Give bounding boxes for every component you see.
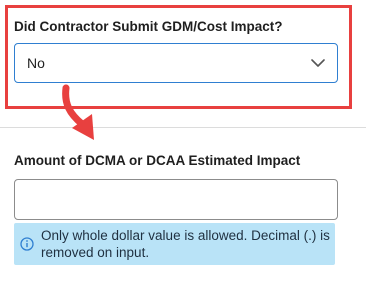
info-icon: [20, 237, 34, 251]
info-message-text: Only whole dollar value is allowed. Deci…: [41, 228, 330, 260]
section-divider: [0, 127, 366, 128]
chevron-down-icon: [311, 59, 325, 67]
info-message: Only whole dollar value is allowed. Deci…: [14, 223, 335, 265]
gdm-select-value: No: [27, 55, 45, 71]
red-arrow-annotation: [62, 84, 94, 140]
impact-field-label: Amount of DCMA or DCAA Estimated Impact: [14, 153, 301, 168]
form-screenshot: Did Contractor Submit GDM/Cost Impact? N…: [0, 0, 366, 303]
impact-amount-input[interactable]: [14, 179, 338, 220]
gdm-field-label: Did Contractor Submit GDM/Cost Impact?: [14, 19, 283, 34]
gdm-select[interactable]: No: [14, 43, 338, 83]
